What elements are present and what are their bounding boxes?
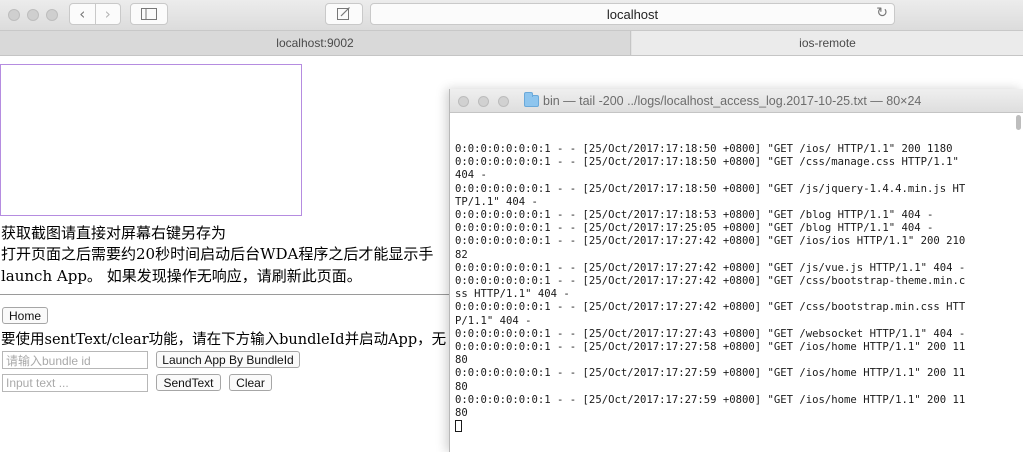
log-line: 82 [455, 248, 468, 261]
log-line: 0:0:0:0:0:0:0:1 - - [25/Oct/2017:17:18:5… [455, 209, 934, 222]
terminal-zoom-button[interactable] [498, 96, 509, 107]
folder-icon [524, 92, 539, 107]
refresh-instruction: launch App。 如果发现操作无响应，请刷新此页面。 [1, 267, 362, 285]
log-line: 0:0:0:0:0:0:0:1 - - [25/Oct/2017:17:18:5… [455, 156, 959, 169]
log-line: 0:0:0:0:0:0:0:1 - - [25/Oct/2017:17:27:5… [455, 341, 966, 354]
sidebar-icon [141, 8, 157, 20]
home-button[interactable]: Home [2, 307, 48, 324]
terminal-scrollbar[interactable] [1016, 115, 1021, 130]
terminal-window: bin — tail -200 ../logs/localhost_access… [449, 89, 1023, 452]
terminal-minimize-button[interactable] [478, 96, 489, 107]
log-line: 0:0:0:0:0:0:0:1 - - [25/Oct/2017:17:25:0… [455, 222, 934, 235]
screenshot-instruction: 获取截图请直接对屏幕右键另存为 [1, 224, 227, 242]
forward-chevron-icon[interactable]: › [94, 4, 121, 24]
log-line: ss HTTP/1.1" 404 - [455, 288, 570, 301]
tab-bar: localhost:9002 ios-remote [0, 31, 1023, 56]
terminal-title-bar[interactable]: bin — tail -200 ../logs/localhost_access… [450, 89, 1023, 113]
startup-instruction: 打开页面之后需要约20秒时间启动后台WDA程序之后才能显示手 [1, 245, 434, 263]
terminal-title: bin — tail -200 ../logs/localhost_access… [543, 94, 922, 108]
device-screen-canvas[interactable] [0, 64, 302, 216]
clear-button[interactable]: Clear [229, 374, 272, 391]
address-bar[interactable]: localhost ↻ [370, 3, 895, 25]
bundle-id-input[interactable]: 请输入bundle id [2, 351, 148, 369]
divider [0, 294, 460, 295]
log-line: 0:0:0:0:0:0:0:1 - - [25/Oct/2017:17:27:4… [455, 327, 966, 340]
text-input-placeholder: Input text ... [6, 376, 69, 390]
log-line: 0:0:0:0:0:0:0:1 - - [25/Oct/2017:17:27:4… [455, 275, 966, 288]
log-line: P/1.1" 404 - [455, 314, 532, 327]
reader-edit-icon [337, 7, 350, 20]
launch-app-button[interactable]: Launch App By BundleId [156, 351, 300, 368]
bundle-id-placeholder: 请输入bundle id [6, 353, 91, 368]
log-line: 0:0:0:0:0:0:0:1 - - [25/Oct/2017:17:27:4… [455, 261, 966, 274]
tab-ios-remote[interactable]: ios-remote [632, 31, 1023, 55]
text-input[interactable]: Input text ... [2, 374, 148, 392]
reload-icon[interactable]: ↻ [876, 5, 888, 21]
address-url: localhost [606, 6, 659, 22]
browser-toolbar: ‹ › localhost ↻ [0, 0, 1023, 31]
close-window-button[interactable] [8, 9, 20, 21]
log-line: 0:0:0:0:0:0:0:1 - - [25/Oct/2017:17:18:5… [455, 182, 966, 195]
tab-localhost-9002[interactable]: localhost:9002 [0, 31, 631, 55]
log-line: 0:0:0:0:0:0:0:1 - - [25/Oct/2017:17:27:5… [455, 393, 966, 406]
back-chevron-icon[interactable]: ‹ [70, 4, 95, 24]
log-line: 0:0:0:0:0:0:0:1 - - [25/Oct/2017:17:18:5… [455, 143, 953, 155]
log-line: 0:0:0:0:0:0:0:1 - - [25/Oct/2017:17:27:4… [455, 301, 966, 314]
terminal-cursor [455, 420, 1010, 434]
terminal-output[interactable]: 0:0:0:0:0:0:0:1 - - [25/Oct/2017:17:18:5… [455, 143, 1010, 434]
terminal-close-button[interactable] [458, 96, 469, 107]
log-line: 80 [455, 354, 468, 367]
minimize-window-button[interactable] [27, 9, 39, 21]
log-line: 404 - [455, 169, 487, 182]
log-line: 0:0:0:0:0:0:0:1 - - [25/Oct/2017:17:27:5… [455, 367, 966, 380]
log-line: TP/1.1" 404 - [455, 195, 538, 208]
bundle-info-text: 要使用sentText/clear功能，请在下方输入bundleId并启动App… [1, 332, 447, 348]
log-line: 0:0:0:0:0:0:0:1 - - [25/Oct/2017:17:27:4… [455, 235, 966, 248]
log-line: 80 [455, 380, 468, 393]
send-text-button[interactable]: SendText [156, 374, 221, 391]
log-line: 80 [455, 407, 468, 420]
sidebar-button[interactable] [130, 3, 168, 25]
zoom-window-button[interactable] [46, 9, 58, 21]
tab-label: localhost:9002 [276, 36, 354, 50]
reader-button[interactable] [325, 3, 363, 25]
navigation-buttons: ‹ › [69, 3, 121, 25]
tab-label: ios-remote [799, 36, 856, 50]
